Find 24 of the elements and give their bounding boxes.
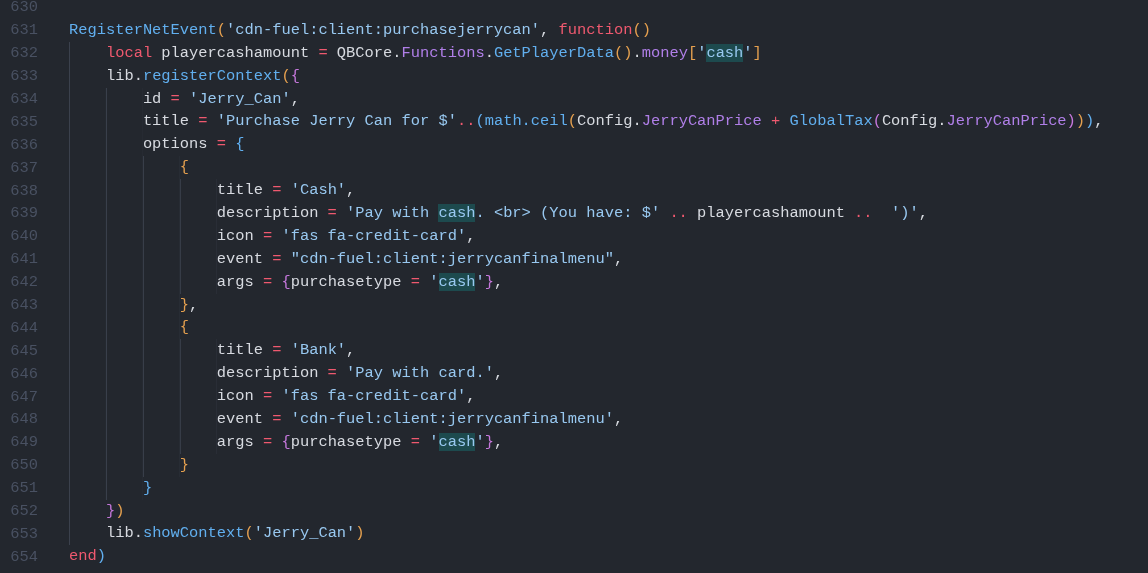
code-line: title = 'Cash', bbox=[69, 179, 356, 203]
code-line: id = 'Jerry_Can', bbox=[69, 87, 300, 111]
code-line: title = 'Purchase Jerry Can for $'..(math.ceil(Config.JerryCanPrice + GlobalTax(Config.JerryCanPrice))), bbox=[69, 110, 1104, 134]
code-line: event = 'cdn-fuel:client:jerrycanfinalmenu', bbox=[69, 408, 624, 431]
code-line: description = 'Pay with card.', bbox=[69, 362, 504, 386]
code-line: }, bbox=[69, 293, 199, 317]
code-line: description = 'Pay with cash. <br> (You have: $' .. playercashamount .. ')', bbox=[69, 202, 929, 225]
code-line: end) bbox=[69, 545, 106, 569]
code-line: RegisterNetEvent('cdn-fuel:client:purchasejerrycan', function() bbox=[69, 18, 651, 42]
code-line: { bbox=[69, 316, 190, 340]
code-line: }) bbox=[69, 499, 125, 523]
code-line: icon = 'fas fa-credit-card', bbox=[69, 224, 476, 248]
code-line: lib.showContext('Jerry_Can') bbox=[69, 522, 365, 546]
code-line: lib.registerContext({ bbox=[69, 64, 300, 88]
code-line: icon = 'fas fa-credit-card', bbox=[69, 385, 476, 409]
code-line: args = {purchasetype = 'cash'}, bbox=[69, 270, 504, 294]
code-line: title = 'Bank', bbox=[69, 339, 356, 363]
code-line: } bbox=[69, 476, 153, 500]
code-line: event = "cdn-fuel:client:jerrycanfinalmenu", bbox=[69, 247, 624, 271]
code-line: local playercashamount = QBCore.Functions.GetPlayerData().money['cash'] bbox=[69, 41, 762, 65]
code-line: args = {purchasetype = 'cash'}, bbox=[69, 430, 504, 454]
code-line: options = { bbox=[69, 133, 245, 157]
code-line: { bbox=[69, 156, 190, 180]
code-line: } bbox=[69, 453, 190, 477]
